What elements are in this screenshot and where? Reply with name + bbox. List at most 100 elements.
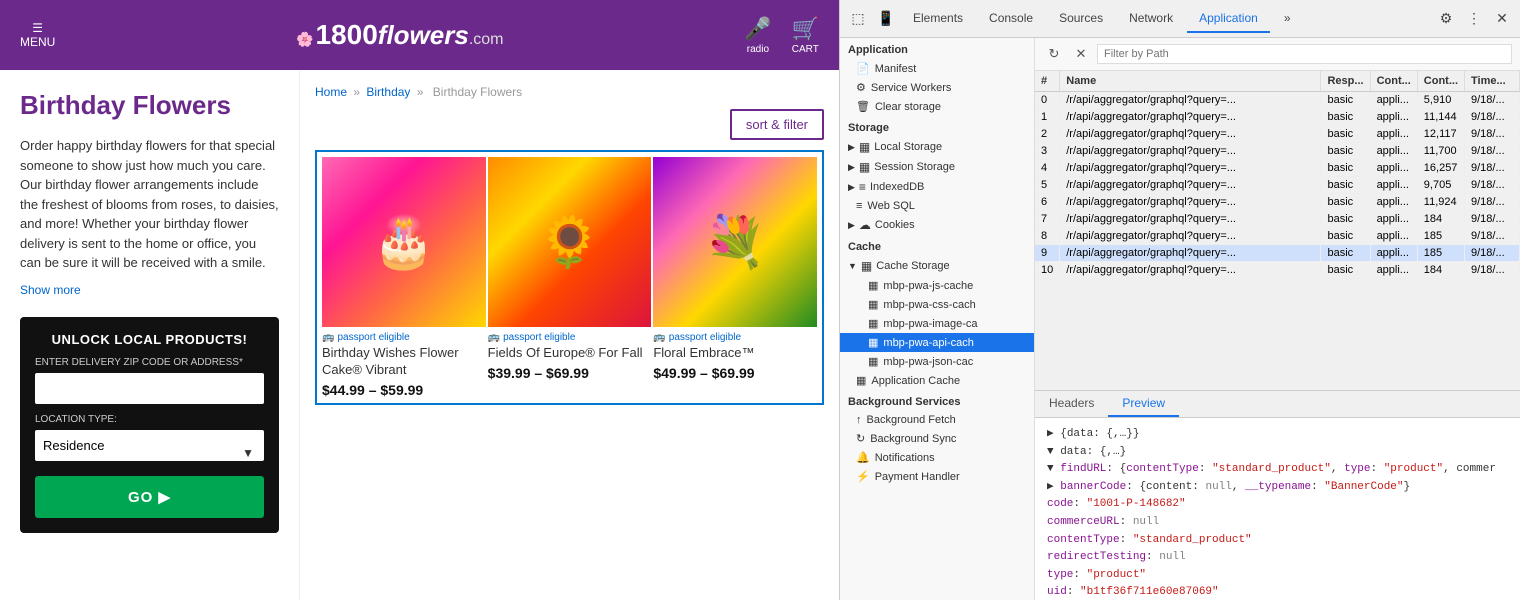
cart-button[interactable]: 🛒 CART bbox=[792, 16, 819, 55]
go-button[interactable]: GO ▶ bbox=[35, 476, 264, 518]
breadcrumb: Home » Birthday » Birthday Flowers bbox=[315, 85, 824, 99]
site-logo[interactable]: 🌸 1800 flowers .com bbox=[296, 19, 503, 51]
sidebar-item-manifest[interactable]: 📄 Manifest bbox=[840, 59, 1034, 78]
chevron-right-icon: ▶ bbox=[848, 142, 855, 153]
cache-pwa-css[interactable]: ▦ mbp-pwa-css-cach bbox=[840, 295, 1034, 314]
table-row[interactable]: 4 /r/api/aggregator/graphql?query=... ba… bbox=[1035, 160, 1520, 177]
table-row[interactable]: 10 /r/api/aggregator/graphql?query=... b… bbox=[1035, 262, 1520, 279]
cell-num: 8 bbox=[1035, 228, 1060, 245]
application-section-label: Application bbox=[840, 38, 1034, 59]
sidebar-item-application-cache[interactable]: ▦ Application Cache bbox=[840, 371, 1034, 390]
table-row[interactable]: 9 /r/api/aggregator/graphql?query=... ba… bbox=[1035, 245, 1520, 262]
zip-input[interactable] bbox=[35, 373, 264, 404]
tab-headers[interactable]: Headers bbox=[1035, 391, 1108, 417]
cell-name: /r/api/aggregator/graphql?query=... bbox=[1060, 211, 1321, 228]
table-row[interactable]: 2 /r/api/aggregator/graphql?query=... ba… bbox=[1035, 126, 1520, 143]
tab-preview[interactable]: Preview bbox=[1108, 391, 1179, 417]
cache-item-icon: ▦ bbox=[868, 317, 878, 330]
sidebar-item-websql[interactable]: ≡ Web SQL bbox=[840, 197, 1034, 215]
cache-pwa-image[interactable]: ▦ mbp-pwa-image-ca bbox=[840, 314, 1034, 333]
breadcrumb-birthday[interactable]: Birthday bbox=[366, 85, 410, 99]
col-header-cont1[interactable]: Cont... bbox=[1370, 71, 1417, 92]
refresh-button[interactable]: ↻ bbox=[1043, 43, 1065, 65]
product-card-1[interactable]: 🌻 🚌 passport eligible Fields Of Europe® … bbox=[488, 157, 652, 398]
device-toolbar-button[interactable]: 📱 bbox=[873, 6, 899, 32]
product-card-0[interactable]: 🎂 🚌 passport eligible Birthday Wishes Fl… bbox=[322, 157, 486, 398]
inspect-element-button[interactable]: ⬚ bbox=[845, 6, 871, 32]
cache-storage-header[interactable]: ▼ ▦ Cache Storage bbox=[840, 256, 1034, 276]
menu-button[interactable]: ☰ MENU bbox=[20, 21, 55, 49]
tab-network[interactable]: Network bbox=[1117, 5, 1185, 33]
local-storage-header[interactable]: ▶ ▦ Local Storage bbox=[840, 137, 1034, 157]
product-card-2[interactable]: 💐 🚌 passport eligible Floral Embrace™ $4… bbox=[653, 157, 817, 398]
sort-filter-button[interactable]: sort & filter bbox=[730, 109, 824, 140]
more-options-button[interactable]: ⋮ bbox=[1461, 6, 1487, 32]
session-storage-header[interactable]: ▶ ▦ Session Storage bbox=[840, 157, 1034, 177]
col-header-name[interactable]: Name bbox=[1060, 71, 1321, 92]
cell-cont1: appli... bbox=[1370, 126, 1417, 143]
notifications-icon: 🔔 bbox=[856, 451, 870, 464]
cell-cont1: appli... bbox=[1370, 109, 1417, 126]
menu-icon: ☰ bbox=[32, 21, 43, 35]
radio-button[interactable]: 🎤 radio bbox=[744, 16, 771, 55]
header-right: 🎤 radio 🛒 CART bbox=[744, 16, 819, 55]
cookies-header[interactable]: ▶ ☁ Cookies bbox=[840, 215, 1034, 235]
cache-pwa-api[interactable]: ▦ mbp-pwa-api-cach bbox=[840, 333, 1034, 352]
breadcrumb-home[interactable]: Home bbox=[315, 85, 347, 99]
cell-resp: basic bbox=[1321, 160, 1370, 177]
sidebar-item-clear-storage[interactable]: 🗑 Clear storage bbox=[840, 97, 1034, 116]
storage-section-label: Storage bbox=[840, 116, 1034, 137]
col-header-resp[interactable]: Resp... bbox=[1321, 71, 1370, 92]
clear-filter-button[interactable]: ✕ bbox=[1070, 43, 1092, 65]
tab-more[interactable]: » bbox=[1272, 5, 1303, 33]
preview-content: ▶ {data: {,…}} ▼ data: {,…} ▼ findURL: {… bbox=[1035, 418, 1520, 600]
table-row[interactable]: 1 /r/api/aggregator/graphql?query=... ba… bbox=[1035, 109, 1520, 126]
col-header-time[interactable]: Time... bbox=[1465, 71, 1520, 92]
close-button[interactable]: ✕ bbox=[1489, 6, 1515, 32]
settings-button[interactable]: ⚙ bbox=[1433, 6, 1459, 32]
sidebar-item-bg-sync[interactable]: ↻ Background Sync bbox=[840, 429, 1034, 448]
product-price-1: $39.99 – $69.99 bbox=[488, 365, 652, 381]
indexeddb-header[interactable]: ▶ ≡ IndexedDB bbox=[840, 177, 1034, 197]
cell-name: /r/api/aggregator/graphql?query=... bbox=[1060, 143, 1321, 160]
location-box: UNLOCK LOCAL PRODUCTS! ENTER DELIVERY ZI… bbox=[20, 317, 279, 533]
category-description: Order happy birthday flowers for that sp… bbox=[20, 136, 279, 273]
tab-sources[interactable]: Sources bbox=[1047, 5, 1115, 33]
filter-input[interactable] bbox=[1097, 44, 1512, 64]
cell-name: /r/api/aggregator/graphql?query=... bbox=[1060, 228, 1321, 245]
devtools-body: Application 📄 Manifest ⚙ Service Workers… bbox=[840, 38, 1520, 600]
cell-cont1: appli... bbox=[1370, 245, 1417, 262]
show-more-link[interactable]: Show more bbox=[20, 283, 81, 297]
site-header: ☰ MENU 🌸 1800 flowers .com 🎤 radio 🛒 CAR… bbox=[0, 0, 839, 70]
table-row[interactable]: 6 /r/api/aggregator/graphql?query=... ba… bbox=[1035, 194, 1520, 211]
table-row[interactable]: 8 /r/api/aggregator/graphql?query=... ba… bbox=[1035, 228, 1520, 245]
preview-line: code: "1001-P-148682" bbox=[1047, 496, 1508, 514]
sidebar-item-notifications[interactable]: 🔔 Notifications bbox=[840, 448, 1034, 467]
tab-application[interactable]: Application bbox=[1187, 5, 1270, 33]
cache-pwa-js[interactable]: ▦ mbp-pwa-js-cache bbox=[840, 276, 1034, 295]
sidebar-item-service-workers[interactable]: ⚙ Service Workers bbox=[840, 78, 1034, 97]
location-type-select[interactable]: Residence bbox=[35, 430, 264, 461]
col-header-cont2[interactable]: Cont... bbox=[1417, 71, 1464, 92]
table-row[interactable]: 7 /r/api/aggregator/graphql?query=... ba… bbox=[1035, 211, 1520, 228]
cache-pwa-json[interactable]: ▦ mbp-pwa-json-cac bbox=[840, 352, 1034, 371]
cell-time: 9/18/... bbox=[1465, 160, 1520, 177]
sidebar-item-bg-fetch[interactable]: ↑ Background Fetch bbox=[840, 411, 1034, 429]
cell-num: 6 bbox=[1035, 194, 1060, 211]
cart-icon: 🛒 bbox=[792, 16, 819, 42]
sort-filter-row: sort & filter bbox=[315, 109, 824, 140]
table-row[interactable]: 0 /r/api/aggregator/graphql?query=... ba… bbox=[1035, 92, 1520, 109]
cell-cont2: 185 bbox=[1417, 228, 1464, 245]
tab-console[interactable]: Console bbox=[977, 5, 1045, 33]
passport-badge-0: 🚌 passport eligible bbox=[322, 332, 486, 343]
cell-resp: basic bbox=[1321, 211, 1370, 228]
unlock-title: UNLOCK LOCAL PRODUCTS! bbox=[35, 332, 264, 347]
table-row[interactable]: 3 /r/api/aggregator/graphql?query=... ba… bbox=[1035, 143, 1520, 160]
preview-line: redirectTesting: null bbox=[1047, 549, 1508, 567]
cell-cont2: 184 bbox=[1417, 211, 1464, 228]
cell-time: 9/18/... bbox=[1465, 177, 1520, 194]
tab-elements[interactable]: Elements bbox=[901, 5, 975, 33]
col-header-num: # bbox=[1035, 71, 1060, 92]
sidebar-item-payment-handler[interactable]: ⚡ Payment Handler bbox=[840, 467, 1034, 486]
table-row[interactable]: 5 /r/api/aggregator/graphql?query=... ba… bbox=[1035, 177, 1520, 194]
